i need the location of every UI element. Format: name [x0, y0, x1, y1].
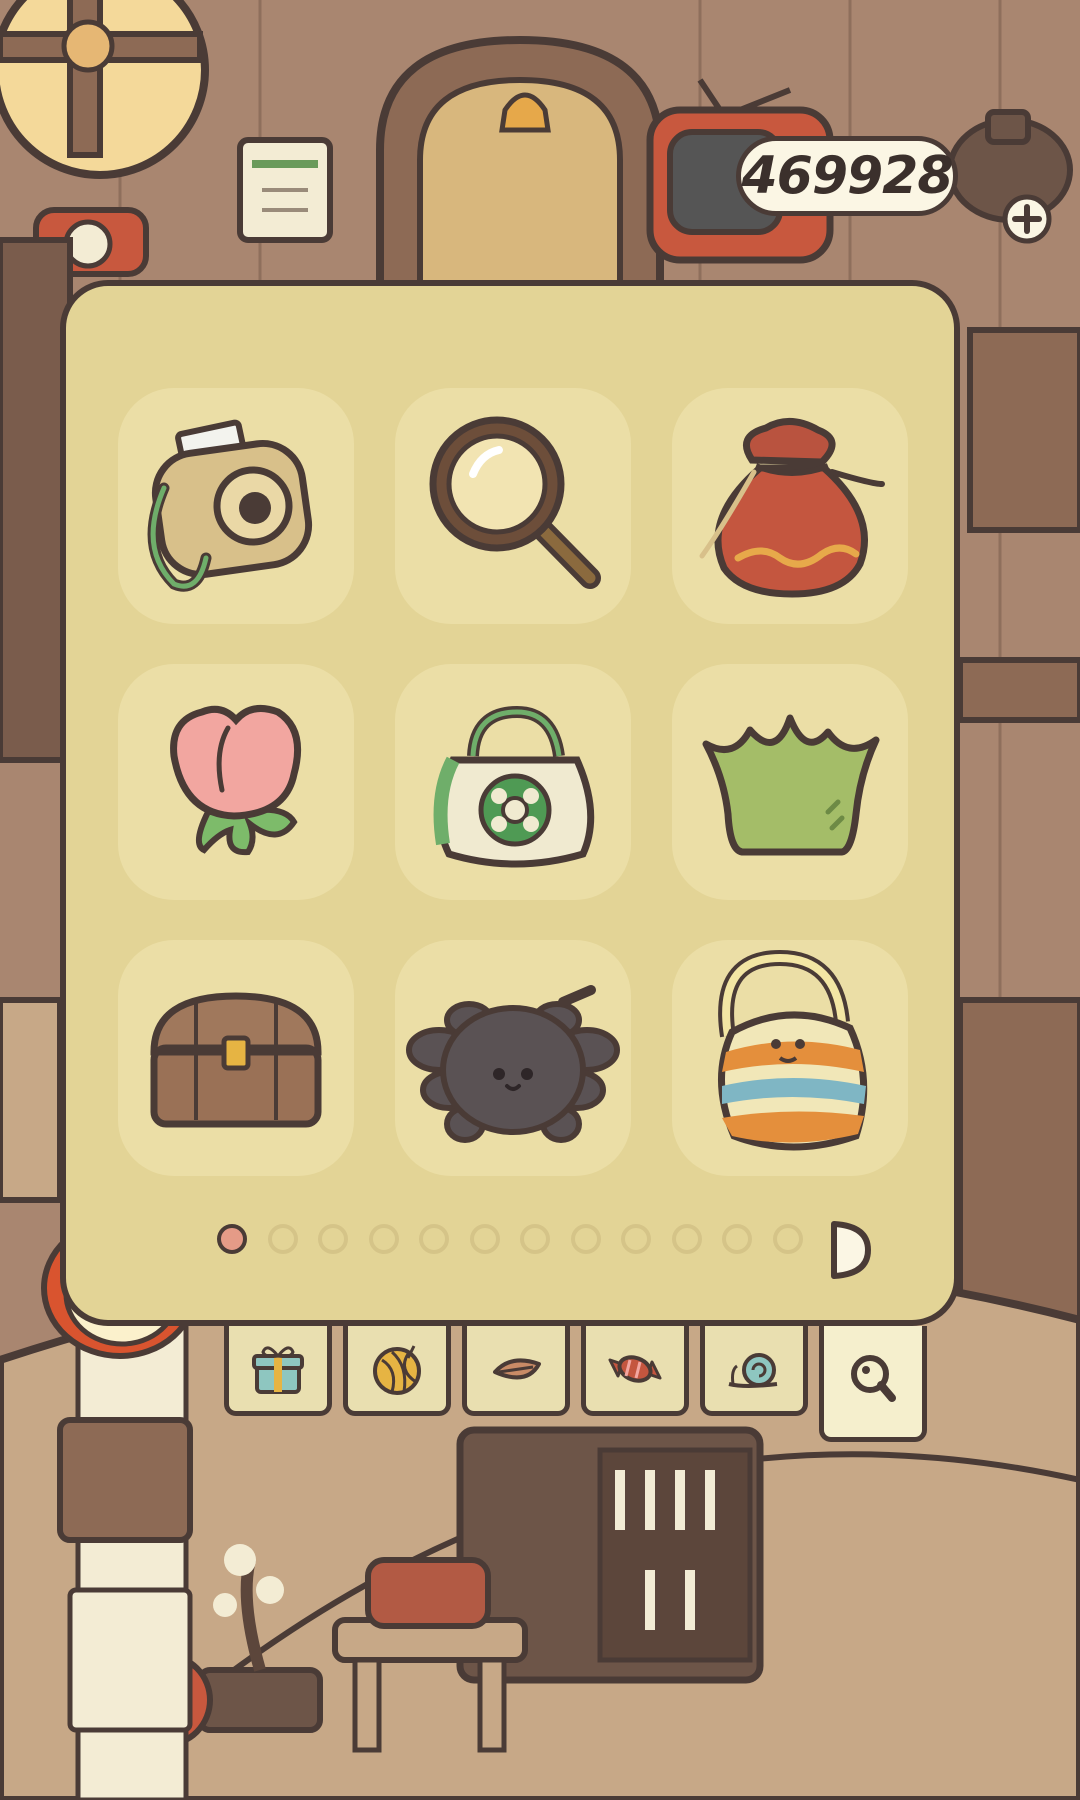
page-dot-6[interactable] — [470, 1224, 500, 1254]
doorway — [376, 35, 664, 304]
item-slot-tote-bag[interactable] — [395, 664, 631, 900]
tulip-icon — [170, 704, 302, 856]
next-page-arrow-icon[interactable] — [828, 1218, 872, 1282]
search-icon — [851, 1355, 896, 1402]
page-dot-10[interactable] — [672, 1224, 702, 1254]
camera-icon — [147, 419, 313, 592]
page-dot-11[interactable] — [722, 1224, 752, 1254]
item-slot-knitted-bag[interactable] — [672, 940, 908, 1176]
currency-amount: 469928 — [741, 146, 953, 206]
page-dot-1[interactable] — [217, 1224, 247, 1254]
item-slot-chest[interactable] — [118, 940, 354, 1176]
page-dot-8[interactable] — [571, 1224, 601, 1254]
page-dot-5[interactable] — [419, 1224, 449, 1254]
magnifying-glass-icon — [429, 416, 601, 589]
snail-icon — [728, 1353, 778, 1388]
page-dot-2[interactable] — [268, 1224, 298, 1254]
tab-search[interactable] — [819, 1326, 927, 1442]
candy-icon — [608, 1355, 662, 1383]
plus-icon[interactable] — [1002, 194, 1052, 244]
page-dot-12[interactable] — [773, 1224, 803, 1254]
yarn-ball-icon — [373, 1345, 421, 1395]
spider-icon — [406, 985, 620, 1143]
item-slot-spider[interactable] — [395, 940, 631, 1176]
page-dot-3[interactable] — [318, 1224, 348, 1254]
pouch-icon — [699, 418, 885, 598]
tote-bag-icon — [433, 705, 595, 868]
page-dot-9[interactable] — [621, 1224, 651, 1254]
item-slot-camera[interactable] — [118, 388, 354, 624]
item-slot-pouch[interactable] — [672, 388, 908, 624]
round-window — [0, 0, 209, 179]
gift-icon — [252, 1346, 304, 1394]
item-slot-tulip[interactable] — [118, 664, 354, 900]
tab-yarn[interactable] — [343, 1326, 451, 1416]
page-dot-4[interactable] — [369, 1224, 399, 1254]
item-slot-crown[interactable] — [672, 664, 908, 900]
tab-gifts[interactable] — [224, 1326, 332, 1416]
chest-icon — [150, 992, 322, 1128]
wall-calendar — [237, 137, 333, 243]
page-dot-7[interactable] — [520, 1224, 550, 1254]
tab-leaves[interactable] — [462, 1326, 570, 1416]
currency-counter: 469928 — [736, 136, 958, 216]
knitted-bag-icon — [718, 949, 868, 1151]
item-slot-magnifying-glass[interactable] — [395, 388, 631, 624]
tab-candy[interactable] — [581, 1326, 689, 1416]
crown-icon — [702, 714, 880, 856]
tab-snail[interactable] — [700, 1326, 808, 1416]
leaf-icon — [493, 1358, 541, 1380]
